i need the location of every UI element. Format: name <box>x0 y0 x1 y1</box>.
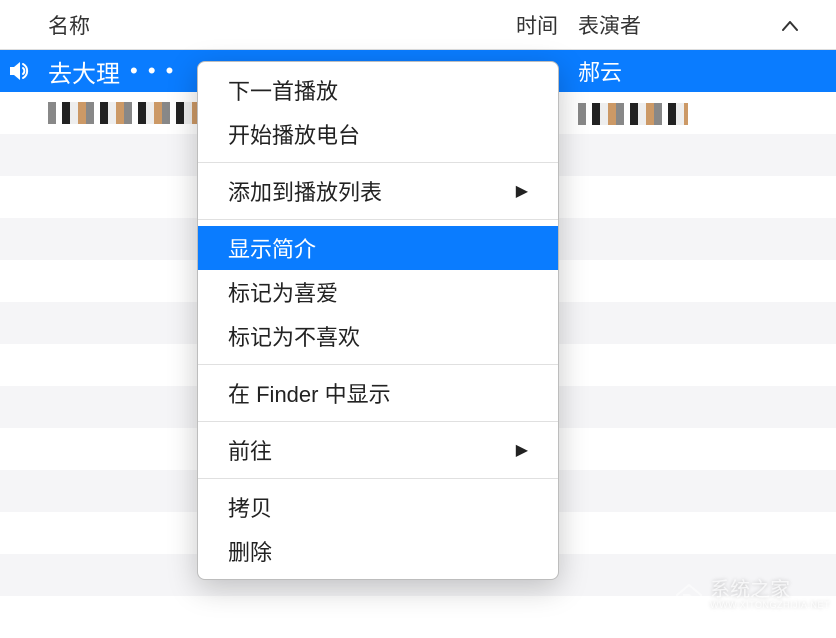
column-header-artist[interactable]: 表演者 <box>570 0 836 49</box>
menu-item-show-in-finder[interactable]: 在 Finder 中显示 <box>198 371 558 415</box>
menu-item-label: 标记为喜爱 <box>228 276 338 308</box>
menu-item-play-next[interactable]: 下一首播放 <box>198 68 558 112</box>
watermark: 系统之家 WWW.XITONGZHIJIA.NET <box>674 580 830 610</box>
menu-separator <box>198 478 558 479</box>
watermark-text: 系统之家 <box>710 580 830 600</box>
column-header-time-label: 时间 <box>516 10 558 40</box>
menu-separator <box>198 364 558 365</box>
column-header-time[interactable]: 时间 <box>500 0 570 49</box>
track-artist-obscured <box>578 103 688 125</box>
track-actions-ellipsis-icon[interactable]: • • • <box>130 58 175 84</box>
menu-item-copy[interactable]: 拷贝 <box>198 485 558 529</box>
menu-item-label: 下一首播放 <box>228 74 338 106</box>
sort-ascending-icon <box>782 13 798 37</box>
menu-item-label: 显示简介 <box>228 232 316 264</box>
context-menu: 下一首播放 开始播放电台 添加到播放列表 ▶ 显示简介 标记为喜爱 标记为不喜欢… <box>197 61 559 580</box>
now-playing-speaker-icon <box>8 60 34 82</box>
menu-item-mark-loved[interactable]: 标记为喜爱 <box>198 270 558 314</box>
menu-item-label: 标记为不喜欢 <box>228 320 360 352</box>
column-header-name-label: 名称 <box>48 10 90 40</box>
column-header-name[interactable]: 名称 <box>0 0 500 49</box>
menu-separator <box>198 421 558 422</box>
menu-item-get-info[interactable]: 显示简介 <box>198 226 558 270</box>
menu-item-label: 删除 <box>228 535 272 567</box>
watermark-logo-icon <box>674 582 704 608</box>
menu-separator <box>198 219 558 220</box>
menu-separator <box>198 162 558 163</box>
watermark-url: WWW.XITONGZHIJIA.NET <box>710 600 830 610</box>
menu-item-add-to-playlist[interactable]: 添加到播放列表 ▶ <box>198 169 558 213</box>
menu-item-label: 拷贝 <box>228 491 272 523</box>
menu-item-label: 在 Finder 中显示 <box>228 377 391 409</box>
menu-item-label: 添加到播放列表 <box>228 175 382 207</box>
menu-item-delete[interactable]: 删除 <box>198 529 558 573</box>
menu-item-mark-disliked[interactable]: 标记为不喜欢 <box>198 314 558 358</box>
menu-item-start-radio[interactable]: 开始播放电台 <box>198 112 558 156</box>
menu-item-go-to[interactable]: 前往 ▶ <box>198 428 558 472</box>
submenu-arrow-icon: ▶ <box>516 181 528 201</box>
menu-item-label: 前往 <box>228 434 272 466</box>
track-artist: 郝云 <box>570 55 836 87</box>
table-header: 名称 时间 表演者 <box>0 0 836 50</box>
track-title: 去大理 <box>48 54 120 89</box>
menu-item-label: 开始播放电台 <box>228 118 360 150</box>
column-header-artist-label: 表演者 <box>578 10 641 40</box>
submenu-arrow-icon: ▶ <box>516 440 528 460</box>
